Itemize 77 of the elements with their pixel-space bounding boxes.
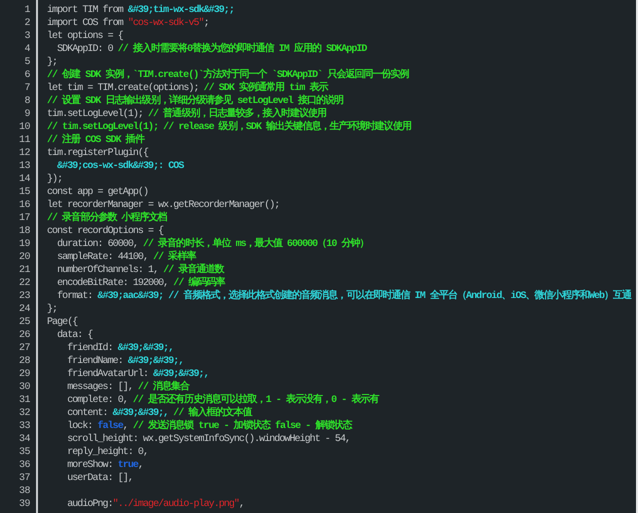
code-line: encodeBitRate: 192000, // 编码码率 [56,277,226,289]
code-line: messages: [], // 消息集合 [66,381,191,394]
line-number: 35 [18,446,31,459]
code-line: scroll_height: wx.getSystemInfoSync().windowHeight - 54, [66,433,352,446]
code-line: duration: 60000, // 录音的时长，单位 ms，最大值 600000（10 分钟） [56,238,370,250]
code-line: // tim.setLogLevel(1); // release 级别，SDK 输出关键信息，生产环境时建议使用 [47,121,412,133]
code-line: sampleRate: 44100, // 采样率 [56,251,197,263]
line-number: 18 [18,225,31,238]
line-number: 16 [18,199,31,212]
code-line: tim.registerPlugin({ [47,147,150,160]
line-number: 21 [18,264,31,277]
code-line: friendAvatarUrl: &#39;&#39;, [66,368,210,380]
line-number: 31 [18,394,31,407]
line-number: 27 [18,342,31,355]
line-number: 3 [23,30,31,43]
line-number: 20 [18,251,31,264]
line-number: 15 [18,186,31,199]
code-line: userData: [], [66,472,134,485]
line-number: 6 [23,69,31,82]
line-number: 19 [18,238,31,251]
code-line: }; [47,56,58,69]
line-number: 17 [18,212,31,225]
code-line: import COS from "cos-wx-sdk-v5"; [47,17,210,30]
line-number: 1 [23,4,31,17]
line-number: 36 [18,459,31,472]
line-number: 26 [18,329,31,342]
code-line: const app = getApp() [47,186,150,199]
line-number: 38 [18,485,31,498]
code-line: // 设置 SDK 日志输出级别，详细分级请参见 setLogLevel 接口的说明 [47,95,344,107]
code-line: moreShow: true, [66,459,144,472]
code-line: // 创建 SDK 实例，`TIM.create()`方法对于同一个 `SDKAppID` 只会返回同一份实例 [47,69,410,81]
line-number: 25 [18,316,31,329]
code-line: friendName: &#39;&#39;, [66,355,184,368]
line-number: 28 [18,355,31,368]
line-number: 10 [18,121,31,134]
code-line: let options = { [47,30,124,43]
line-number: 5 [23,56,31,69]
code-line: complete: 0, // 是否还有历史消息可以拉取，1 - 表示没有，0 - 表示有 [66,394,380,406]
code-line: // 注册 COS SDK 插件 [47,134,146,147]
line-number: 8 [23,95,31,108]
code-line: let recorderManager = wx.getRecorderManager(); [47,199,280,211]
line-number: 9 [23,108,31,121]
line-number: 7 [23,82,31,95]
code-line: lock: false, // 发送消息锁 true - 加锁状态 false - 解锁状态 [66,420,354,433]
line-number: 34 [18,433,31,446]
code-line: friendId: &#39;&#39;, [66,342,174,355]
code-line: import TIM from &#39;tim-wx-sdk&#39;; [47,4,235,17]
line-number: 39 [18,498,31,511]
line-number: 2 [23,17,31,30]
line-number: 12 [18,147,31,160]
code-line: format: &#39;aac&#39; // 音频格式，选择此格式创建的音频消息，可以在即时通信 IM 全平台（Android、iOS、微信小程序和Web）互通 [56,290,633,303]
line-number: 13 [18,160,31,173]
code-line: }; [47,303,58,316]
line-number: 23 [18,290,31,303]
line-number: 29 [18,368,31,381]
line-number: 30 [18,381,31,394]
code-line: reply_height: 0, [66,446,150,459]
line-number: 32 [18,407,31,420]
code-line: content: &#39;&#39;, // 输入框的文本值 [66,407,254,420]
code-line: audioPng:"../image/audio-play.png", [66,498,246,511]
line-number: 33 [18,420,31,433]
code-line: }); [47,173,64,186]
code-line: let tim = TIM.create(options); // SDK 实例通常用 tim 表示 [47,82,330,94]
code-line: // 录音部分参数 小程序文档 [47,212,168,225]
line-number: 22 [18,277,31,290]
code-line: SDKAppID: 0 // 接入时需要将0替换为您的即时通信 IM 应用的 SDKAppID [56,43,368,56]
code-line: tim.setLogLevel(1); // 普通级别，日志量较多，接入时建议使用 [47,108,328,120]
line-number: 14 [18,173,31,186]
line-number: 11 [18,134,31,147]
code-line: const recordOptions = { [47,225,164,238]
line-number: 4 [23,43,31,56]
code-line: &#39;cos-wx-sdk&#39;: COS [56,160,185,173]
line-number: 37 [18,472,31,485]
code-line: data: { [56,329,94,342]
code-line: numberOfChannels: 1, // 录音通道数 [56,264,226,276]
line-number: 24 [18,303,31,316]
code-line: Page({ [47,316,78,329]
